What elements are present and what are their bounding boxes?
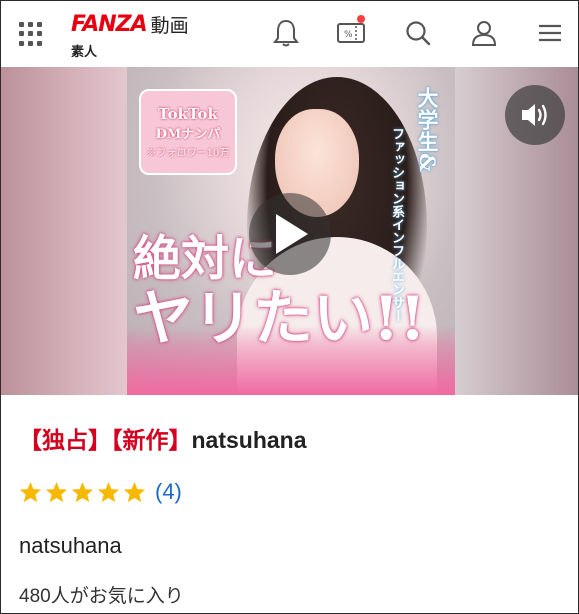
hamburger-menu-icon[interactable] [532,15,568,51]
tag-exclusive: 【独占】 [19,427,111,453]
user-icon[interactable] [466,15,502,51]
coupon-icon[interactable]: % [333,15,369,51]
product-title: 【独占】【新作】natsuhana [19,421,307,455]
floor-label[interactable]: 素人 [71,41,97,60]
svg-text:%: % [344,30,353,40]
badge-line1: TokTok [158,105,218,123]
video-blur-left [1,67,127,395]
rating[interactable]: (4) [19,478,182,506]
thumbnail-badge: TokTok DMナンパ ※フォロワー10万 [139,89,237,175]
play-button[interactable] [249,193,331,275]
badge-line2: DMナンパ [155,127,221,142]
star-icon [97,481,120,503]
title-name: natsuhana [191,427,307,453]
notification-dot [357,15,365,23]
star-icon [123,481,146,503]
logo-brand: FANZA [71,11,148,37]
star-icon [71,481,94,503]
bell-icon[interactable] [268,15,304,51]
page: FANZA 動画 素人 % TokTok DMナンパ ※フォロワー10万 大学生… [0,0,579,614]
header: FANZA 動画 素人 % [1,1,578,67]
tag-new: 【新作】 [111,427,192,453]
video-player[interactable]: TokTok DMナンパ ※フォロワー10万 大学生& ファッション系インフルエ… [1,67,578,395]
play-icon [276,214,308,254]
grid-menu-icon[interactable] [19,22,43,46]
star-icon [45,481,68,503]
review-count-link[interactable]: (4) [155,479,182,505]
volume-button[interactable] [505,85,565,145]
actress-name[interactable]: natsuhana [19,533,122,559]
fanza-logo[interactable]: FANZA 動画 [71,9,189,39]
thumbnail-vertical-text: 大学生& [415,87,440,173]
search-icon[interactable] [400,15,436,51]
favorites-count: 480人がお気に入り [19,586,184,607]
headline-line2: ヤリたい!! [133,284,426,354]
star-icon [19,481,42,503]
logo-service: 動画 [150,14,189,37]
volume-icon [522,104,547,126]
badge-line3: ※フォロワー10万 [146,148,230,159]
